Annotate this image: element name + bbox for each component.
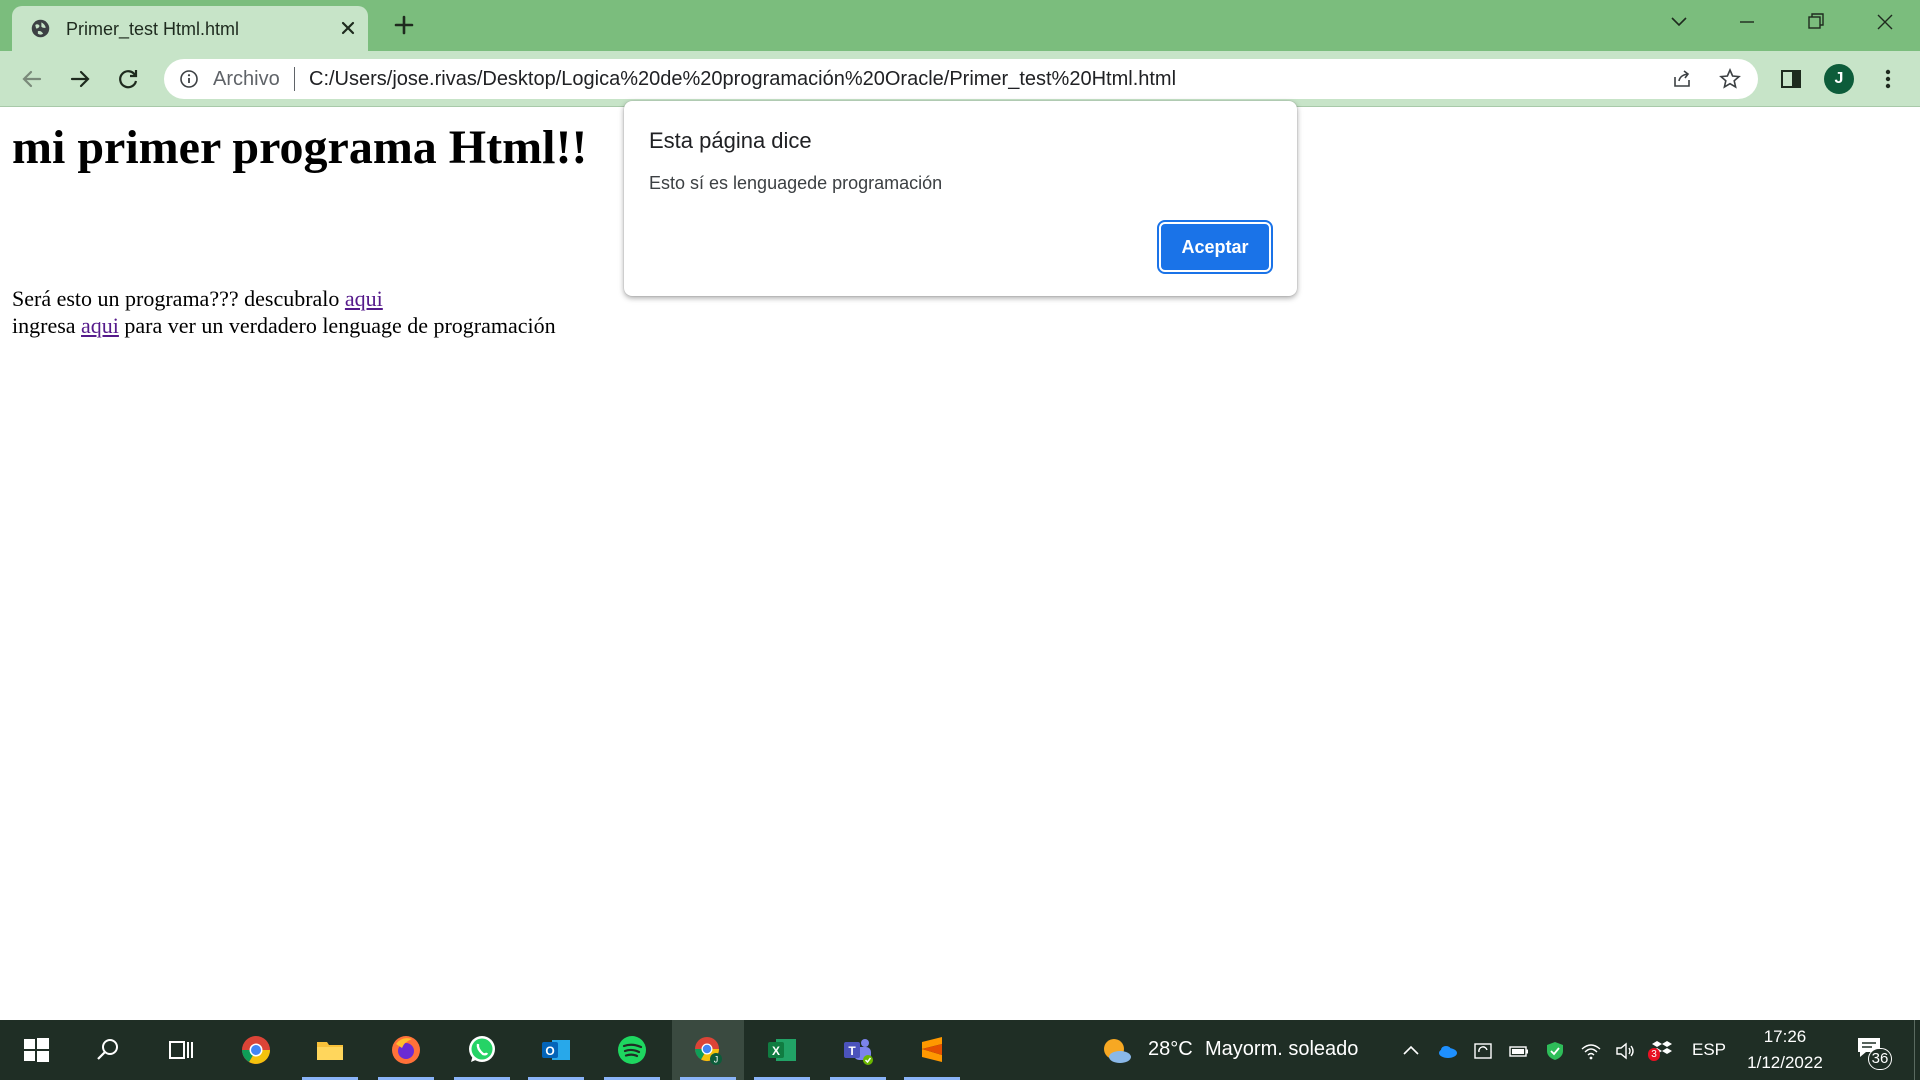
excel-icon: X [768, 1039, 796, 1061]
svg-text:J: J [714, 1055, 719, 1065]
input-language[interactable]: ESP [1692, 1040, 1726, 1060]
task-view-button[interactable] [144, 1020, 216, 1080]
dropbox-tray[interactable]: 3 [1648, 1038, 1674, 1064]
show-desktop-button[interactable] [1914, 1020, 1920, 1080]
onedrive-icon[interactable] [1436, 1040, 1458, 1062]
start-button[interactable] [0, 1020, 72, 1080]
start-icon [24, 1038, 49, 1062]
back-icon[interactable] [18, 65, 46, 93]
tab-strip: Primer_test Html.html [0, 0, 1920, 51]
taskbar-chrome-profile[interactable]: J [672, 1020, 744, 1080]
spotify-icon [618, 1036, 646, 1064]
teams-icon: T [844, 1039, 873, 1065]
dialog-message: Esto sí es lenguagede programación [649, 173, 943, 193]
omnibox-divider [294, 67, 295, 91]
taskbar-chrome[interactable] [220, 1020, 292, 1080]
link-aqui-2[interactable]: aqui [81, 313, 119, 338]
reload-icon[interactable] [114, 65, 142, 93]
page-line-1: Será esto un programa??? descubralo aqui [12, 286, 383, 312]
clock-date: 1/12/2022 [1747, 1053, 1823, 1072]
weather-description[interactable]: Mayorm. soleado [1205, 1038, 1358, 1061]
notification-center-button[interactable]: 36 [1852, 1032, 1892, 1072]
browser-toolbar: Archivo C:/Users/jose.rivas/Desktop/Logi… [0, 51, 1920, 107]
sync-status-icon[interactable] [1472, 1040, 1494, 1062]
search-icon [97, 1039, 118, 1060]
taskbar-teams[interactable]: T [822, 1020, 894, 1080]
tab-search-chevron-icon[interactable] [1664, 10, 1694, 34]
whatsapp-icon [469, 1036, 495, 1062]
address-bar[interactable]: Archivo C:/Users/jose.rivas/Desktop/Logi… [164, 59, 1758, 99]
forward-icon[interactable] [66, 65, 94, 93]
tab-title: Primer_test Html.html [66, 19, 240, 39]
volume-icon[interactable] [1614, 1040, 1636, 1062]
restore-icon[interactable] [1800, 10, 1830, 34]
alert-dialog: Esta página dice Esto sí es lenguagede p… [624, 101, 1297, 296]
page-line-2: ingresa aqui para ver un verdadero lengu… [12, 313, 556, 339]
minimize-icon[interactable] [1732, 10, 1762, 34]
security-shield-icon[interactable] [1544, 1040, 1566, 1062]
taskbar-firefox[interactable] [370, 1020, 442, 1080]
task-view-icon [169, 1041, 193, 1059]
weather-partly-sunny-icon[interactable] [1100, 1034, 1134, 1068]
outlook-icon: O [542, 1040, 570, 1060]
taskbar: O J X T 28°C Mayorm. soleado 3 ESP 17:26… [0, 1020, 1920, 1080]
bookmark-star-icon[interactable] [1719, 68, 1741, 90]
sublime-text-icon [922, 1037, 942, 1062]
firefox-icon [392, 1036, 420, 1064]
close-tab-icon[interactable] [338, 18, 358, 38]
weather-temp[interactable]: 28°C [1148, 1038, 1193, 1061]
taskbar-whatsapp[interactable] [446, 1020, 518, 1080]
svg-text:O: O [545, 1044, 554, 1058]
scheme-label: Archivo [213, 68, 280, 90]
accept-button[interactable]: Aceptar [1157, 220, 1273, 274]
taskbar-sublime-text[interactable] [896, 1020, 968, 1080]
share-icon[interactable] [1671, 68, 1693, 90]
url-text[interactable]: C:/Users/jose.rivas/Desktop/Logica%20de%… [309, 68, 1176, 91]
line2-before: ingresa [12, 313, 82, 338]
line1-text: Será esto un programa??? descubralo [12, 286, 345, 311]
side-panel-icon[interactable] [1777, 65, 1805, 93]
battery-icon[interactable] [1508, 1040, 1530, 1062]
site-info-icon[interactable] [179, 69, 199, 89]
page-heading: mi primer programa Html!! [12, 121, 588, 174]
new-tab-icon[interactable] [392, 13, 416, 37]
wifi-icon[interactable] [1580, 1040, 1602, 1062]
link-aqui-1[interactable]: aqui [345, 286, 383, 311]
svg-text:X: X [772, 1044, 780, 1058]
taskbar-spotify[interactable] [596, 1020, 668, 1080]
profile-avatar[interactable]: J [1824, 64, 1854, 94]
dialog-title: Esta página dice [649, 128, 812, 153]
taskbar-outlook[interactable]: O [520, 1020, 592, 1080]
globe-icon [31, 19, 50, 38]
clock-time: 17:26 [1763, 1027, 1807, 1046]
taskbar-excel[interactable]: X [746, 1020, 818, 1080]
taskbar-file-explorer[interactable] [294, 1020, 366, 1080]
svg-text:T: T [848, 1044, 856, 1058]
show-hidden-icons-chevron-icon[interactable] [1400, 1040, 1422, 1062]
file-explorer-icon [317, 1042, 343, 1060]
notification-count-badge: 36 [1868, 1048, 1892, 1070]
close-window-icon[interactable] [1870, 10, 1900, 34]
chrome-icon [242, 1036, 270, 1064]
browser-tab-active[interactable]: Primer_test Html.html [12, 6, 368, 51]
dropbox-badge: 3 [1648, 1048, 1660, 1061]
chrome-profile-icon: J [694, 1037, 722, 1065]
taskbar-clock[interactable]: 17:26 1/12/2022 [1740, 1024, 1830, 1076]
line2-after: para ver un verdadero lenguage de progra… [118, 313, 556, 338]
taskbar-search[interactable] [72, 1020, 144, 1080]
more-menu-icon[interactable] [1874, 65, 1902, 93]
